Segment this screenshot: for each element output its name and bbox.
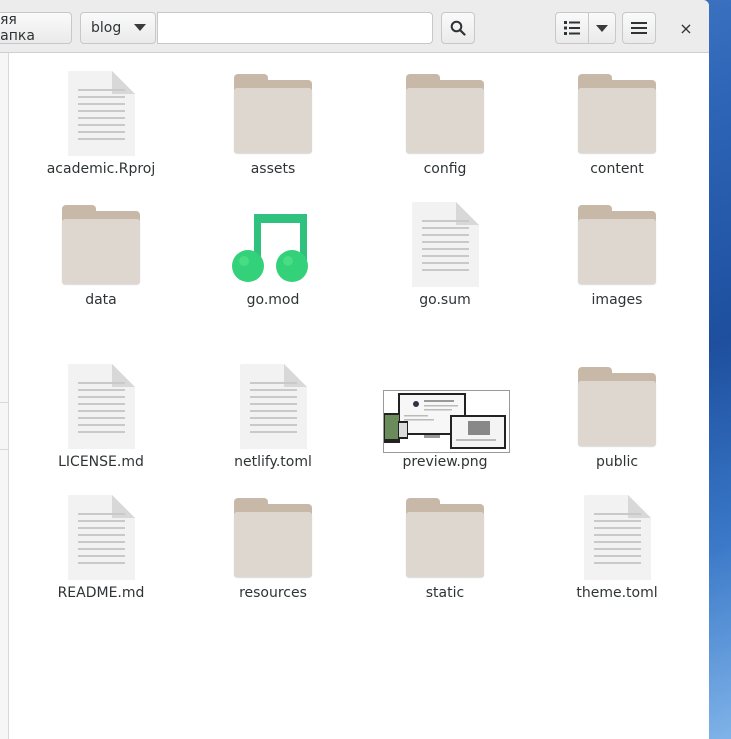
folder-item[interactable]: resources [198,493,348,601]
file-name: static [425,585,465,601]
folder-item[interactable]: config [370,69,520,177]
folder-item[interactable]: images [542,200,692,308]
breadcrumb-parent-button[interactable]: ляя папка [0,12,72,44]
file-name: netlify.toml [234,454,312,470]
chevron-down-icon [134,24,146,31]
image-thumbnail [370,362,520,453]
file-item[interactable]: netlify.toml [198,362,348,470]
folder-icon [198,69,348,159]
file-name: go.mod [246,292,300,308]
list-view-button[interactable] [555,12,589,44]
search-button[interactable] [441,12,475,44]
file-name: academic.Rproj [46,161,156,177]
file-name: public [595,454,639,470]
music-note-icon [198,200,348,290]
text-file-icon [26,69,176,159]
file-name: config [423,161,467,177]
folder-icon [26,200,176,290]
sidebar-divider [0,402,9,403]
folder-icon [542,362,692,452]
file-item[interactable]: README.md [26,493,176,601]
file-item[interactable]: LICENSE.md [26,362,176,470]
file-grid: academic.Rproj assets config content dat… [9,53,709,739]
search-input[interactable] [158,13,432,43]
folder-icon [198,493,348,583]
header-bar: ляя папка blog [0,0,709,53]
file-name: resources [239,585,307,601]
close-icon: × [679,18,693,38]
file-name: images [591,292,643,308]
breadcrumb-parent-label: ляя папка [0,12,35,44]
folder-item[interactable]: assets [198,69,348,177]
file-name: theme.toml [576,585,658,601]
location-search-field[interactable] [157,12,433,44]
file-item[interactable]: go.mod [198,200,348,308]
hamburger-menu-icon [631,22,647,34]
folder-item[interactable]: content [542,69,692,177]
breadcrumb-current-label: blog [91,20,122,36]
file-name: LICENSE.md [58,454,144,470]
file-item[interactable]: academic.Rproj [26,69,176,177]
file-manager-window: ляя папка blog [0,0,709,739]
file-item[interactable]: go.sum [370,200,520,308]
sidebar-divider [0,449,9,450]
file-name: data [85,292,117,308]
preview-thumbnail [383,390,510,453]
breadcrumb-current-button[interactable]: blog [80,12,156,44]
search-icon [450,20,466,36]
sidebar-edge [0,53,9,739]
file-name: preview.png [402,454,488,470]
file-name: README.md [57,585,145,601]
text-file-icon [198,362,348,452]
folder-item[interactable]: static [370,493,520,601]
close-button[interactable]: × [674,16,698,40]
text-file-icon [370,200,520,290]
text-file-icon [26,493,176,583]
view-options-button[interactable] [588,12,616,44]
list-view-icon [564,21,580,35]
folder-item[interactable]: public [542,362,692,470]
text-file-icon [26,362,176,452]
main-menu-button[interactable] [622,12,656,44]
file-item[interactable]: preview.png [370,362,520,470]
file-name: go.sum [419,292,471,308]
folder-icon [370,493,520,583]
folder-item[interactable]: data [26,200,176,308]
folder-icon [370,69,520,159]
text-file-icon [542,493,692,583]
chevron-down-icon [596,24,608,32]
file-name: assets [250,161,296,177]
folder-icon [542,200,692,290]
folder-icon [542,69,692,159]
file-name: content [590,161,644,177]
file-item[interactable]: theme.toml [542,493,692,601]
